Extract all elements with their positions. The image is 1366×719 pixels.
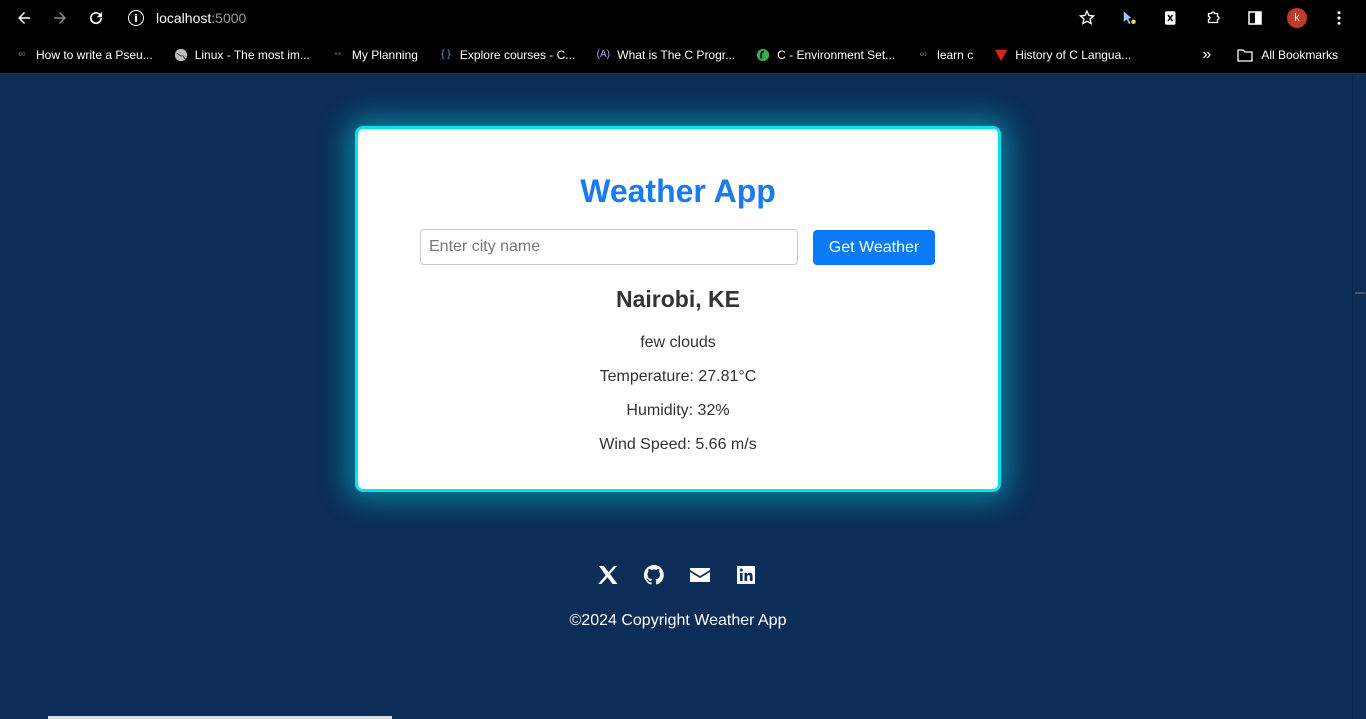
- weather-humidity: Humidity: 32%: [626, 402, 730, 419]
- page-title: Weather App: [580, 173, 776, 209]
- c-program-icon: (A): [596, 49, 610, 60]
- weather-temperature: Temperature: 27.81°C: [599, 368, 757, 385]
- weather-city: Nairobi, KE: [616, 286, 740, 312]
- bookmark-item[interactable]: ∞ learn c: [915, 47, 974, 63]
- side-panel-icon[interactable]: [1234, 0, 1276, 36]
- geeks-icon: ∞: [919, 49, 927, 60]
- bookmark-item[interactable]: History of C Langua...: [993, 47, 1131, 63]
- toolbar-actions: k: [1066, 0, 1360, 36]
- extension-translate-icon[interactable]: [1150, 0, 1192, 36]
- city-search-input[interactable]: [420, 229, 798, 265]
- history-icon: [993, 47, 1009, 63]
- bookmark-star-icon[interactable]: [1066, 0, 1108, 36]
- browser-menu-icon[interactable]: [1318, 0, 1360, 36]
- url-port: :5000: [211, 10, 247, 26]
- bookmark-label: Explore courses - C...: [459, 47, 576, 62]
- github-icon[interactable]: [642, 563, 666, 587]
- footer-copyright: ©2024 Copyright Weather App: [569, 612, 787, 629]
- browser-toolbar: i localhost:5000 k: [0, 0, 1366, 36]
- bookmark-label: My Planning: [351, 47, 418, 62]
- linkedin-icon[interactable]: [734, 563, 758, 587]
- site-info-icon[interactable]: i: [128, 10, 144, 26]
- forward-icon[interactable]: [42, 0, 78, 36]
- extension-cursor-icon[interactable]: [1108, 0, 1150, 36]
- url-host: localhost: [156, 10, 212, 26]
- bookmarks-bar: ∞ How to write a Pseu... Linux - The mos…: [0, 36, 1366, 74]
- weather-description: few clouds: [640, 334, 716, 351]
- bookmark-label: How to write a Pseu...: [36, 47, 153, 62]
- bookmark-item[interactable]: C - Environment Set...: [755, 47, 895, 63]
- planning-icon: ••: [334, 49, 342, 60]
- bookmark-item[interactable]: ∞ How to write a Pseu...: [14, 47, 153, 63]
- profile-avatar[interactable]: k: [1276, 0, 1318, 36]
- courses-icon: { }: [441, 49, 451, 60]
- folder-icon: [1237, 48, 1253, 62]
- bookmark-item[interactable]: Linux - The most im...: [173, 47, 310, 63]
- bookmark-label: History of C Langua...: [1015, 47, 1132, 62]
- x-icon[interactable]: [596, 563, 620, 587]
- bookmark-item[interactable]: •• My Planning: [330, 47, 418, 63]
- bookmark-label: Linux - The most im...: [194, 47, 310, 62]
- back-icon[interactable]: [6, 0, 42, 36]
- tutorialspoint-icon: [755, 47, 771, 63]
- avatar-letter: k: [1287, 8, 1307, 28]
- weather-card: Weather App Get Weather Nairobi, KE few …: [355, 126, 1001, 492]
- email-icon[interactable]: [688, 563, 712, 587]
- all-bookmarks-button[interactable]: All Bookmarks: [1237, 47, 1338, 63]
- weather-wind-speed: Wind Speed: 5.66 m/s: [599, 436, 757, 453]
- geeks-icon: ∞: [18, 49, 26, 60]
- bookmark-item[interactable]: { } Explore courses - C...: [438, 47, 575, 63]
- bookmark-label: C - Environment Set...: [777, 47, 896, 62]
- more-bookmarks-icon[interactable]: »: [1202, 46, 1211, 64]
- bookmark-item[interactable]: (A) What is The C Progr...: [595, 47, 736, 63]
- get-weather-button[interactable]: Get Weather: [813, 230, 935, 265]
- globe-icon: [173, 47, 189, 63]
- extensions-puzzle-icon[interactable]: [1192, 0, 1234, 36]
- vertical-scrollbar[interactable]: [1352, 74, 1366, 719]
- bookmark-label: learn c: [937, 47, 974, 62]
- reload-icon[interactable]: [78, 0, 114, 36]
- scrollbar-thumb[interactable]: [1355, 292, 1365, 692]
- social-links: [596, 563, 758, 587]
- bookmark-label: What is The C Progr...: [617, 47, 736, 62]
- address-bar[interactable]: i localhost:5000: [128, 3, 1066, 33]
- all-bookmarks-label: All Bookmarks: [1261, 47, 1338, 62]
